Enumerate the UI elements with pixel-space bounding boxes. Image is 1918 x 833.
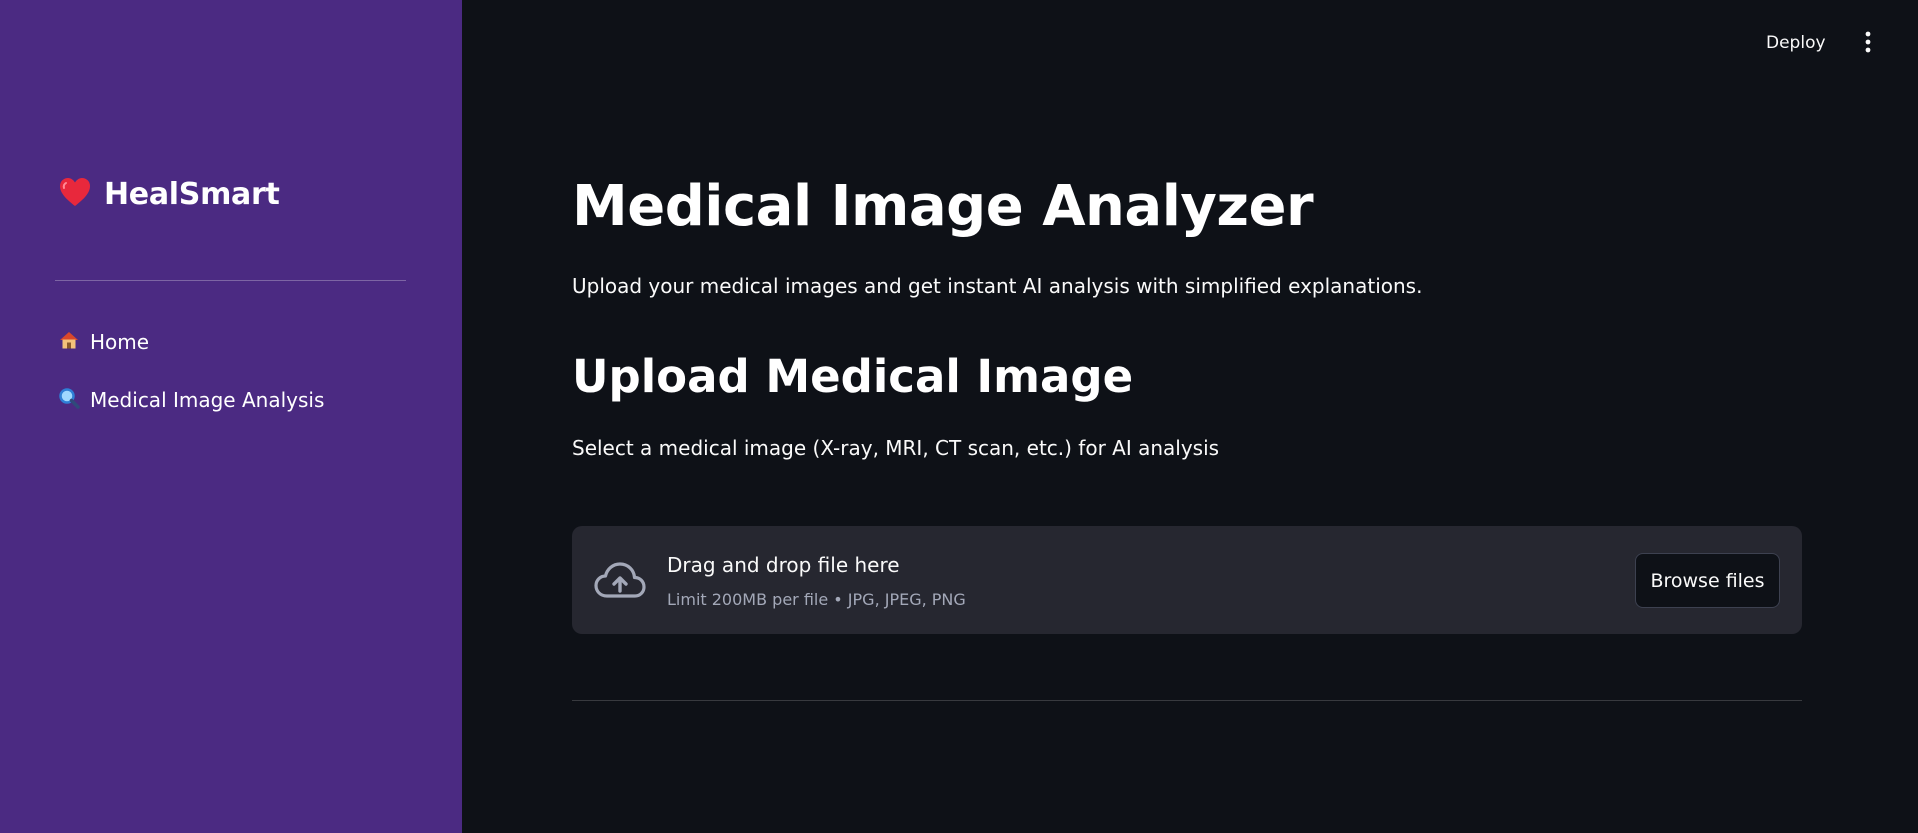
sidebar-item-label: Medical Image Analysis bbox=[90, 388, 325, 412]
sidebar: HealSmart Home Medical Image Analysis bbox=[0, 0, 462, 833]
brand-title: HealSmart bbox=[104, 176, 280, 212]
browse-files-button[interactable]: Browse files bbox=[1635, 553, 1780, 608]
sidebar-item-home[interactable]: Home bbox=[58, 326, 324, 358]
sidebar-divider bbox=[55, 280, 406, 281]
sidebar-item-medical-image-analysis[interactable]: Medical Image Analysis bbox=[58, 384, 324, 416]
sidebar-brand: HealSmart bbox=[58, 176, 280, 212]
house-icon bbox=[58, 329, 80, 355]
dropzone-title: Drag and drop file here bbox=[667, 553, 900, 577]
section-description: Select a medical image (X-ray, MRI, CT s… bbox=[572, 436, 1220, 460]
cloud-upload-icon bbox=[594, 560, 646, 600]
page-subtitle: Upload your medical images and get insta… bbox=[572, 274, 1423, 298]
sidebar-nav: Home Medical Image Analysis bbox=[58, 326, 324, 442]
sidebar-item-label: Home bbox=[90, 330, 150, 354]
app-window: HealSmart Home Medical Image Analysis De… bbox=[0, 0, 1918, 833]
section-title: Upload Medical Image bbox=[572, 350, 1134, 403]
dropzone-limit-text: Limit 200MB per file • JPG, JPEG, PNG bbox=[667, 590, 966, 609]
file-uploader-dropzone[interactable]: Drag and drop file here Limit 200MB per … bbox=[572, 526, 1802, 634]
main-menu-button[interactable] bbox=[1854, 26, 1882, 60]
main-content: Medical Image Analyzer Upload your medic… bbox=[572, 0, 1802, 833]
magnifier-icon bbox=[58, 387, 80, 413]
page-title: Medical Image Analyzer bbox=[572, 174, 1314, 239]
main-divider bbox=[572, 700, 1802, 701]
heart-icon bbox=[58, 176, 92, 212]
kebab-menu-icon bbox=[1865, 31, 1871, 56]
